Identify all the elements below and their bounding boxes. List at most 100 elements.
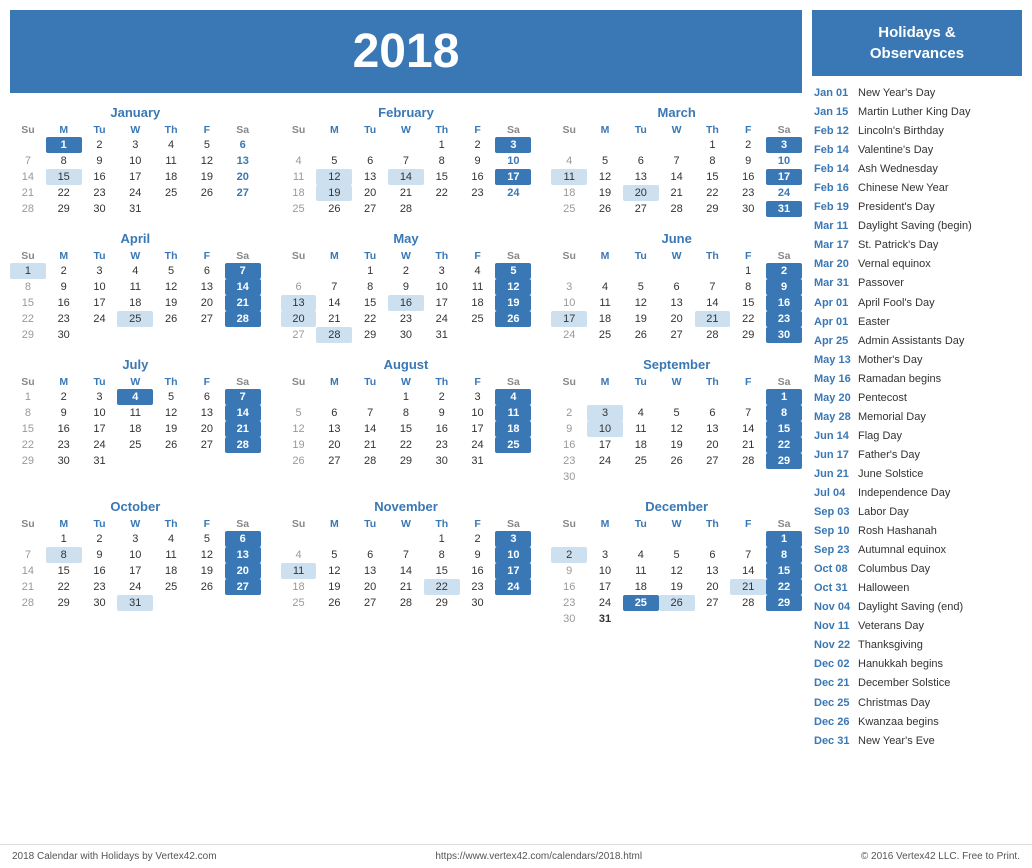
calendar-day: 2 [82, 531, 118, 547]
calendar-day: 4 [281, 153, 317, 169]
calendar-day: 25 [623, 453, 659, 469]
calendar-day: 3 [460, 389, 496, 405]
calendar-day: 23 [424, 437, 460, 453]
holiday-date: Oct 08 [814, 561, 852, 578]
calendar-section: 2018 JanuarySuMTuWThFSa12345678910111213… [10, 10, 802, 830]
calendar-day: 19 [495, 295, 531, 311]
day-header-w: W [388, 123, 424, 137]
calendar-day: 22 [766, 579, 802, 595]
calendar-day [659, 389, 695, 405]
holiday-name: Veterans Day [858, 618, 924, 635]
calendar-day: 18 [281, 185, 317, 201]
calendar-day: 20 [695, 579, 731, 595]
calendar-day: 3 [551, 279, 587, 295]
month-block-april: AprilSuMTuWThFSa123456789101112131415161… [10, 231, 261, 343]
month-block-may: MaySuMTuWThFSa12345678910111213141516171… [281, 231, 532, 343]
calendar-day [388, 531, 424, 547]
calendar-day: 21 [352, 437, 388, 453]
holiday-date: Dec 02 [814, 656, 852, 673]
holiday-row: Dec 02Hanukkah begins [812, 655, 1022, 674]
calendar-day: 12 [153, 279, 189, 295]
calendar-day [117, 327, 153, 343]
day-header-th: Th [153, 249, 189, 263]
calendar-day: 30 [388, 327, 424, 343]
calendar-day: 23 [551, 595, 587, 611]
calendar-day: 21 [388, 579, 424, 595]
holiday-date: Apr 01 [814, 295, 852, 312]
month-block-june: JuneSuMTuWThFSa1234567891011121314151617… [551, 231, 802, 343]
calendar-day [225, 453, 261, 469]
day-header-f: F [460, 249, 496, 263]
holiday-row: May 20Pentecost [812, 389, 1022, 408]
calendar-day: 26 [587, 201, 623, 217]
calendar-day: 22 [10, 437, 46, 453]
holiday-date: Mar 17 [814, 237, 852, 254]
calendar-day: 11 [281, 169, 317, 185]
month-table: SuMTuWThFSa12345678910111213141516171819… [281, 375, 532, 469]
month-title: June [551, 231, 802, 246]
calendar-day: 4 [281, 547, 317, 563]
calendar-day: 14 [695, 295, 731, 311]
calendar-day: 8 [424, 547, 460, 563]
day-header-tu: Tu [82, 249, 118, 263]
holiday-name: Autumnal equinox [858, 542, 946, 559]
calendar-day: 9 [766, 279, 802, 295]
calendar-day [766, 469, 802, 485]
calendar-day: 1 [424, 137, 460, 153]
calendar-day: 29 [46, 595, 82, 611]
day-header-w: W [388, 375, 424, 389]
calendar-day: 23 [82, 185, 118, 201]
holiday-date: Dec 25 [814, 695, 852, 712]
calendar-day [730, 389, 766, 405]
holiday-row: Dec 25Christmas Day [812, 694, 1022, 713]
calendar-day: 22 [46, 185, 82, 201]
calendar-day: 3 [587, 547, 623, 563]
holiday-row: Feb 14Valentine's Day [812, 141, 1022, 160]
calendar-day: 31 [587, 611, 623, 627]
day-header-su: Su [10, 517, 46, 531]
calendar-day: 8 [388, 405, 424, 421]
holiday-name: June Solstice [858, 466, 923, 483]
calendar-day [225, 327, 261, 343]
calendar-day: 25 [281, 595, 317, 611]
holiday-row: Feb 12Lincoln's Birthday [812, 122, 1022, 141]
holiday-date: May 16 [814, 371, 852, 388]
calendar-day: 27 [695, 595, 731, 611]
calendar-day: 30 [82, 201, 118, 217]
month-table: SuMTuWThFSa12345678910111213141516171819… [551, 249, 802, 343]
calendar-day [623, 263, 659, 279]
calendar-day: 11 [153, 547, 189, 563]
day-header-tu: Tu [623, 249, 659, 263]
calendar-day: 11 [460, 279, 496, 295]
calendar-day: 9 [46, 279, 82, 295]
calendar-day: 8 [10, 405, 46, 421]
day-header-su: Su [551, 375, 587, 389]
day-header-m: M [316, 375, 352, 389]
holiday-row: May 16Ramadan begins [812, 370, 1022, 389]
calendar-day: 3 [587, 405, 623, 421]
calendar-day: 3 [766, 137, 802, 153]
calendar-day: 23 [460, 185, 496, 201]
month-block-december: DecemberSuMTuWThFSa123456789101112131415… [551, 499, 802, 627]
holiday-name: President's Day [858, 199, 935, 216]
calendar-day: 5 [153, 389, 189, 405]
holiday-date: Feb 12 [814, 123, 852, 140]
calendar-day: 23 [766, 311, 802, 327]
holiday-row: Nov 04Daylight Saving (end) [812, 598, 1022, 617]
calendar-day: 17 [117, 169, 153, 185]
day-header-tu: Tu [352, 249, 388, 263]
calendar-day: 11 [117, 405, 153, 421]
day-header-w: W [659, 375, 695, 389]
month-table: SuMTuWThFSa12345678910111213141516171819… [551, 517, 802, 627]
day-header-su: Su [551, 123, 587, 137]
calendar-day [495, 595, 531, 611]
calendar-day [189, 327, 225, 343]
calendar-day: 20 [189, 421, 225, 437]
month-block-march: MarchSuMTuWThFSa123456789101112131415161… [551, 105, 802, 217]
calendar-day: 4 [495, 389, 531, 405]
calendar-day: 7 [225, 263, 261, 279]
day-header-th: Th [424, 249, 460, 263]
calendar-day: 26 [153, 437, 189, 453]
calendar-day: 15 [730, 295, 766, 311]
calendar-day: 14 [225, 279, 261, 295]
